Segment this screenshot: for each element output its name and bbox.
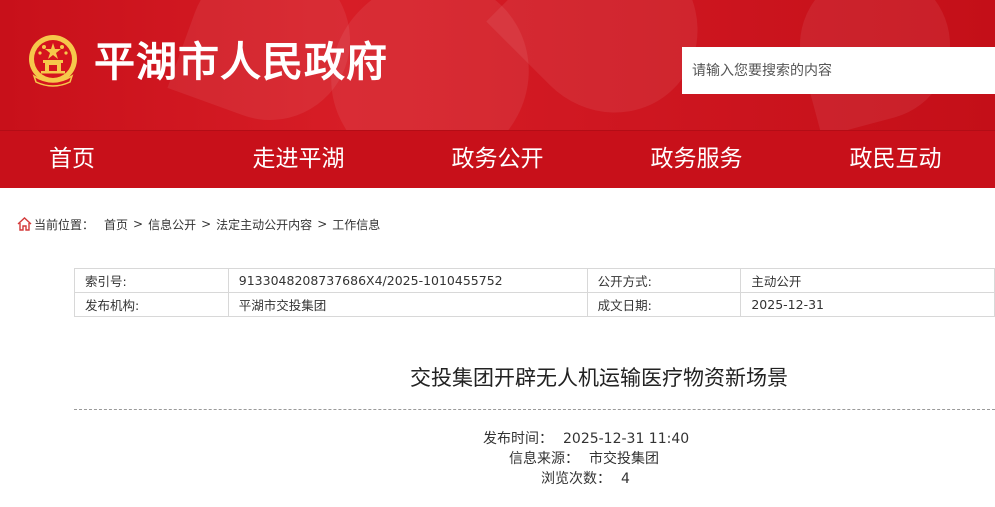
views-label: 浏览次数： [541,471,611,487]
document-date-value: 2025-12-31 [740,292,995,317]
nav-item-home[interactable]: 首页 [0,131,199,188]
index-number-label: 索引号: [74,268,229,293]
breadcrumb-separator: > [201,217,212,231]
source-label: 信息来源： [509,451,579,467]
site-header: 平湖市人民政府 [0,0,995,130]
document-date-label: 成文日期: [586,292,742,317]
nav-item-government-affairs-disclosure[interactable]: 政务公开 [398,131,597,188]
publisher-label: 发布机构: [74,292,229,317]
breadcrumb: 当前位置： 首页 > 信息公开 > 法定主动公开内容 > 工作信息 [17,215,380,233]
article-title: 交投集团开辟无人机运输医疗物资新场景 [410,366,788,390]
breadcrumb-separator: > [133,217,144,231]
breadcrumb-item-home[interactable]: 首页 [104,216,128,233]
site-title: 平湖市人民政府 [94,38,388,86]
views-count: 4 [621,471,630,487]
breadcrumb-item-info-disclosure[interactable]: 信息公开 [148,216,196,233]
table-row: 发布机构: 平湖市交投集团 成文日期: 2025-12-31 [74,292,995,317]
table-row: 索引号: 913304820873768​6X4/2025-1010455752… [74,268,995,293]
source-row: 信息来源： 市交投集团 [509,448,659,468]
breadcrumb-item-work-info[interactable]: 工作信息 [332,216,380,233]
main-nav: 首页 走进平湖 政务公开 政务服务 政民互动 [0,130,995,188]
disclosure-method-value: 主动公开 [740,268,995,293]
disclosure-method-label: 公开方式: [586,268,742,293]
views-row: 浏览次数： 4 [541,468,630,488]
nav-item-about-pinghu[interactable]: 走进平湖 [199,131,398,188]
title-divider [74,409,995,410]
national-emblem-icon [29,35,77,87]
publish-time-row: 发布时间： 2025-12-31 11:40 [483,428,689,448]
nav-item-public-interaction[interactable]: 政民互动 [796,131,995,188]
publish-time-value: 2025-12-31 11:40 [563,431,690,447]
metadata-table: 索引号: 913304820873768​6X4/2025-1010455752… [74,268,995,317]
nav-item-government-services[interactable]: 政务服务 [597,131,796,188]
search-input[interactable] [682,47,995,94]
index-number-value: 913304820873768​6X4/2025-1010455752 [227,268,588,293]
breadcrumb-separator: > [317,217,328,231]
home-icon [17,217,32,231]
source-value: 市交投集团 [589,451,659,467]
breadcrumb-label: 当前位置： [34,217,95,232]
publisher-value: 平湖市交投集团 [227,292,588,317]
breadcrumb-item-statutory-disclosure[interactable]: 法定主动公开内容 [216,216,312,233]
publish-time-label: 发布时间： [483,431,553,447]
